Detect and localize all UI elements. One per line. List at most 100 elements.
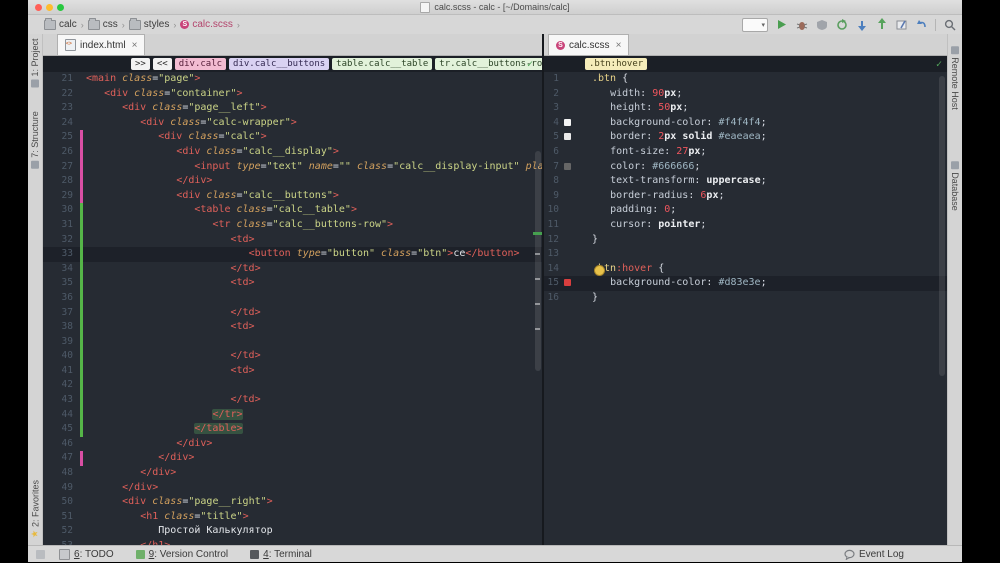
event-log[interactable]: Event Log bbox=[844, 549, 904, 560]
tag-breadcrumb-pill[interactable]: << bbox=[153, 58, 172, 70]
line-number[interactable]: 28 bbox=[43, 174, 73, 189]
line-number[interactable]: 8 bbox=[544, 174, 559, 189]
line-number[interactable]: 21 bbox=[43, 72, 73, 87]
vcs-update-icon[interactable] bbox=[855, 18, 868, 31]
code-area[interactable]: 1.btn {2 width: 90px;3 height: 50px;4 ba… bbox=[544, 72, 947, 546]
line-number[interactable]: 27 bbox=[43, 160, 73, 175]
color-swatch[interactable] bbox=[564, 75, 571, 82]
line-number[interactable]: 26 bbox=[43, 145, 73, 160]
line-number[interactable]: 2 bbox=[544, 87, 559, 102]
toolwindow-database[interactable]: Database bbox=[950, 161, 960, 211]
line-number[interactable]: 46 bbox=[43, 437, 73, 452]
line-number[interactable]: 43 bbox=[43, 393, 73, 408]
line-number[interactable]: 12 bbox=[544, 233, 559, 248]
vcs-commit-icon[interactable] bbox=[875, 18, 888, 31]
line-number[interactable]: 48 bbox=[43, 466, 73, 481]
line-number[interactable]: 9 bbox=[544, 189, 559, 204]
diff-icon[interactable] bbox=[895, 18, 908, 31]
close-tab-icon[interactable]: × bbox=[616, 40, 622, 51]
line-number[interactable]: 33 bbox=[43, 247, 73, 262]
toolwindow-favorites[interactable]: ★2: Favorites bbox=[30, 480, 41, 538]
line-number[interactable]: 29 bbox=[43, 189, 73, 204]
line-number[interactable]: 39 bbox=[43, 335, 73, 350]
line-number[interactable]: 16 bbox=[544, 291, 559, 306]
scrollbar-mark[interactable] bbox=[535, 303, 540, 305]
statusbar-version-control[interactable]: 9: Version Control bbox=[136, 549, 229, 560]
line-number[interactable]: 7 bbox=[544, 160, 559, 175]
line-number[interactable]: 1 bbox=[544, 72, 559, 87]
color-swatch[interactable] bbox=[564, 236, 571, 243]
line-number[interactable]: 52 bbox=[43, 524, 73, 539]
color-swatch[interactable] bbox=[564, 163, 571, 170]
scrollbar-mark[interactable] bbox=[535, 253, 540, 255]
line-number[interactable]: 25 bbox=[43, 130, 73, 145]
line-number[interactable]: 45 bbox=[43, 422, 73, 437]
breadcrumb-folder[interactable]: css bbox=[88, 19, 118, 30]
toolwindow-toggle-icon[interactable] bbox=[36, 550, 45, 559]
line-number[interactable]: 24 bbox=[43, 116, 73, 131]
color-swatch[interactable] bbox=[564, 119, 571, 126]
code-area[interactable]: 21<main class="page">22 <div class="cont… bbox=[43, 72, 542, 546]
scrollbar-mark[interactable] bbox=[535, 328, 540, 330]
intention-bulb-icon[interactable] bbox=[594, 265, 605, 276]
line-number[interactable]: 49 bbox=[43, 481, 73, 496]
restart-icon[interactable] bbox=[835, 18, 848, 31]
line-number[interactable]: 10 bbox=[544, 203, 559, 218]
line-number[interactable]: 23 bbox=[43, 101, 73, 116]
line-number[interactable]: 11 bbox=[544, 218, 559, 233]
statusbar-terminal[interactable]: 4: Terminal bbox=[250, 549, 312, 560]
tag-breadcrumb-pill[interactable]: div.calc__buttons bbox=[229, 58, 329, 70]
line-number[interactable]: 14 bbox=[544, 262, 559, 277]
color-swatch[interactable] bbox=[564, 90, 571, 97]
tab-index-html[interactable]: index.html × bbox=[57, 34, 145, 55]
breadcrumb-folder[interactable]: styles bbox=[129, 19, 170, 30]
breadcrumb-file[interactable]: Scalc.scss bbox=[180, 19, 233, 30]
tag-breadcrumb-pill[interactable]: >> bbox=[131, 58, 150, 70]
scrollbar-thumb[interactable] bbox=[535, 151, 541, 371]
color-swatch[interactable] bbox=[564, 265, 571, 272]
line-number[interactable]: 32 bbox=[43, 233, 73, 248]
inspections-ok-icon[interactable]: ✓ bbox=[527, 59, 533, 70]
line-number[interactable]: 37 bbox=[43, 306, 73, 321]
color-swatch[interactable] bbox=[564, 133, 571, 140]
line-number[interactable]: 44 bbox=[43, 408, 73, 423]
color-swatch[interactable] bbox=[564, 294, 571, 301]
debug-icon[interactable] bbox=[795, 18, 808, 31]
line-number[interactable]: 5 bbox=[544, 130, 559, 145]
line-number[interactable]: 3 bbox=[544, 101, 559, 116]
color-swatch[interactable] bbox=[564, 279, 571, 286]
line-number[interactable]: 4 bbox=[544, 116, 559, 131]
scrollbar-thumb[interactable] bbox=[939, 76, 945, 376]
line-number[interactable]: 41 bbox=[43, 364, 73, 379]
tab-calc-scss[interactable]: S calc.scss × bbox=[548, 34, 629, 55]
run-config-dropdown[interactable]: ▾ bbox=[742, 18, 768, 32]
inspections-ok-icon[interactable]: ✓ bbox=[936, 59, 942, 70]
tag-breadcrumb-pill[interactable]: table.calc__table bbox=[332, 58, 432, 70]
editor-index-html[interactable]: >><<div.calcdiv.calc__buttonstable.calc_… bbox=[43, 56, 542, 546]
line-number[interactable]: 34 bbox=[43, 262, 73, 277]
color-swatch[interactable] bbox=[564, 104, 571, 111]
tag-breadcrumb-pill[interactable]: div.calc bbox=[175, 58, 226, 70]
color-swatch[interactable] bbox=[564, 221, 571, 228]
line-number[interactable]: 51 bbox=[43, 510, 73, 525]
color-swatch[interactable] bbox=[564, 192, 571, 199]
close-tab-icon[interactable]: × bbox=[132, 40, 138, 51]
line-number[interactable]: 42 bbox=[43, 378, 73, 393]
line-number[interactable]: 13 bbox=[544, 247, 559, 262]
line-number[interactable]: 22 bbox=[43, 87, 73, 102]
line-number[interactable]: 50 bbox=[43, 495, 73, 510]
tag-breadcrumb-pill[interactable]: .btn:hover bbox=[585, 58, 647, 70]
toolwindow-project[interactable]: 1: Project bbox=[30, 38, 40, 87]
color-swatch[interactable] bbox=[564, 250, 571, 257]
line-number[interactable]: 38 bbox=[43, 320, 73, 335]
color-swatch[interactable] bbox=[564, 177, 571, 184]
color-swatch[interactable] bbox=[564, 148, 571, 155]
line-number[interactable]: 47 bbox=[43, 451, 73, 466]
line-number[interactable]: 40 bbox=[43, 349, 73, 364]
line-number[interactable]: 31 bbox=[43, 218, 73, 233]
coverage-icon[interactable] bbox=[815, 18, 828, 31]
line-number[interactable]: 36 bbox=[43, 291, 73, 306]
line-number[interactable]: 15 bbox=[544, 276, 559, 291]
scrollbar-mark[interactable] bbox=[533, 232, 542, 235]
breadcrumb-folder[interactable]: calc bbox=[44, 19, 77, 30]
